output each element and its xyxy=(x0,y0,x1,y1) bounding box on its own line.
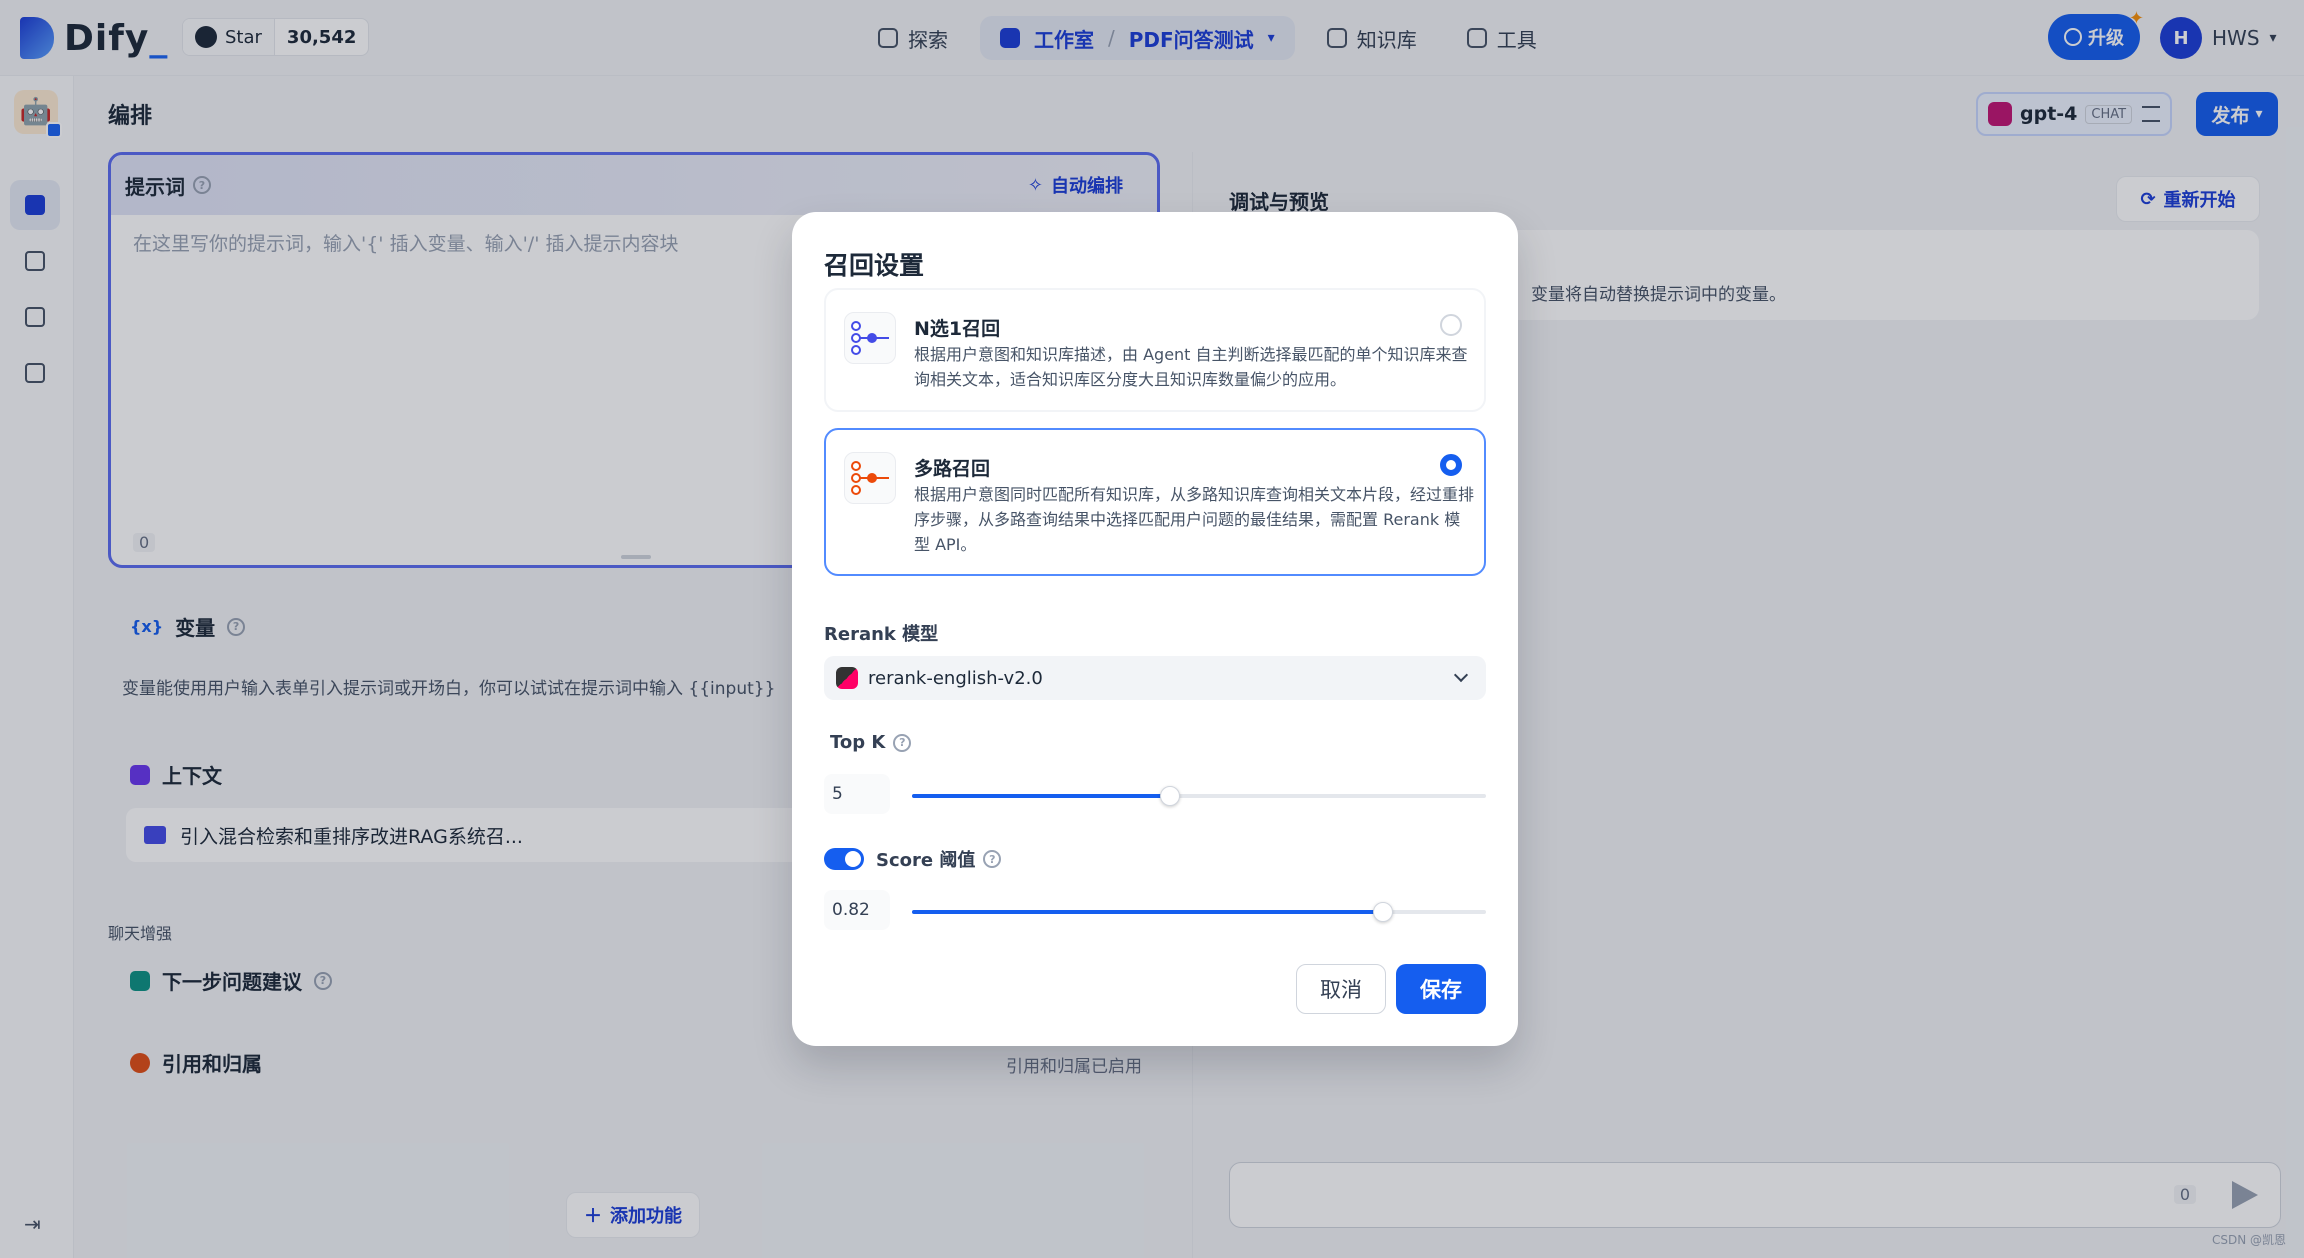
radio-multi-retrieval[interactable] xyxy=(1440,454,1462,476)
retrieval-settings-modal: 召回设置 N选1召回 根据用户意图和知识库描述，由 Agent 自主判断选择最匹… xyxy=(792,212,1518,1046)
rerank-model-label: Rerank 模型 xyxy=(824,624,939,645)
score-slider-fill xyxy=(912,910,1383,914)
help-icon[interactable]: ? xyxy=(893,733,912,752)
chevron-down-icon xyxy=(1453,667,1469,683)
rerank-model-select[interactable]: rerank-english-v2.0 xyxy=(824,656,1486,700)
topk-slider-thumb[interactable] xyxy=(1160,786,1181,806)
radio-single-retrieval[interactable] xyxy=(1440,314,1462,336)
topk-slider-fill xyxy=(912,794,1171,798)
save-button[interactable]: 保存 xyxy=(1396,964,1486,1014)
score-slider-thumb[interactable] xyxy=(1372,902,1393,922)
multi-route-icon xyxy=(844,452,896,504)
single-route-icon xyxy=(844,312,896,364)
score-threshold-toggle[interactable] xyxy=(824,848,864,870)
cancel-button[interactable]: 取消 xyxy=(1296,964,1386,1014)
option-title: 多路召回 xyxy=(914,458,991,480)
option-multi-retrieval[interactable]: 多路召回 根据用户意图同时匹配所有知识库，从多路知识库查询相关文本片段，经过重排… xyxy=(824,428,1486,576)
topk-input[interactable]: 5 xyxy=(824,774,890,814)
score-label: Score 阈值 xyxy=(876,850,976,871)
score-slider[interactable] xyxy=(912,902,1486,922)
score-input[interactable]: 0.82 xyxy=(824,890,890,930)
option-single-retrieval[interactable]: N选1召回 根据用户意图和知识库描述，由 Agent 自主判断选择最匹配的单个知… xyxy=(824,288,1486,412)
option-title: N选1召回 xyxy=(914,318,1001,340)
topk-slider[interactable] xyxy=(912,786,1486,806)
option-description: 根据用户意图和知识库描述，由 Agent 自主判断选择最匹配的单个知识库来查询相… xyxy=(914,345,1468,389)
topk-label: Top K xyxy=(830,732,886,753)
rerank-model-value: rerank-english-v2.0 xyxy=(868,667,1043,689)
cohere-icon xyxy=(836,667,858,689)
modal-title: 召回设置 xyxy=(824,251,925,280)
help-icon[interactable]: ? xyxy=(983,850,1002,868)
option-description: 根据用户意图同时匹配所有知识库，从多路知识库查询相关文本片段，经过重排序步骤，从… xyxy=(914,485,1475,554)
